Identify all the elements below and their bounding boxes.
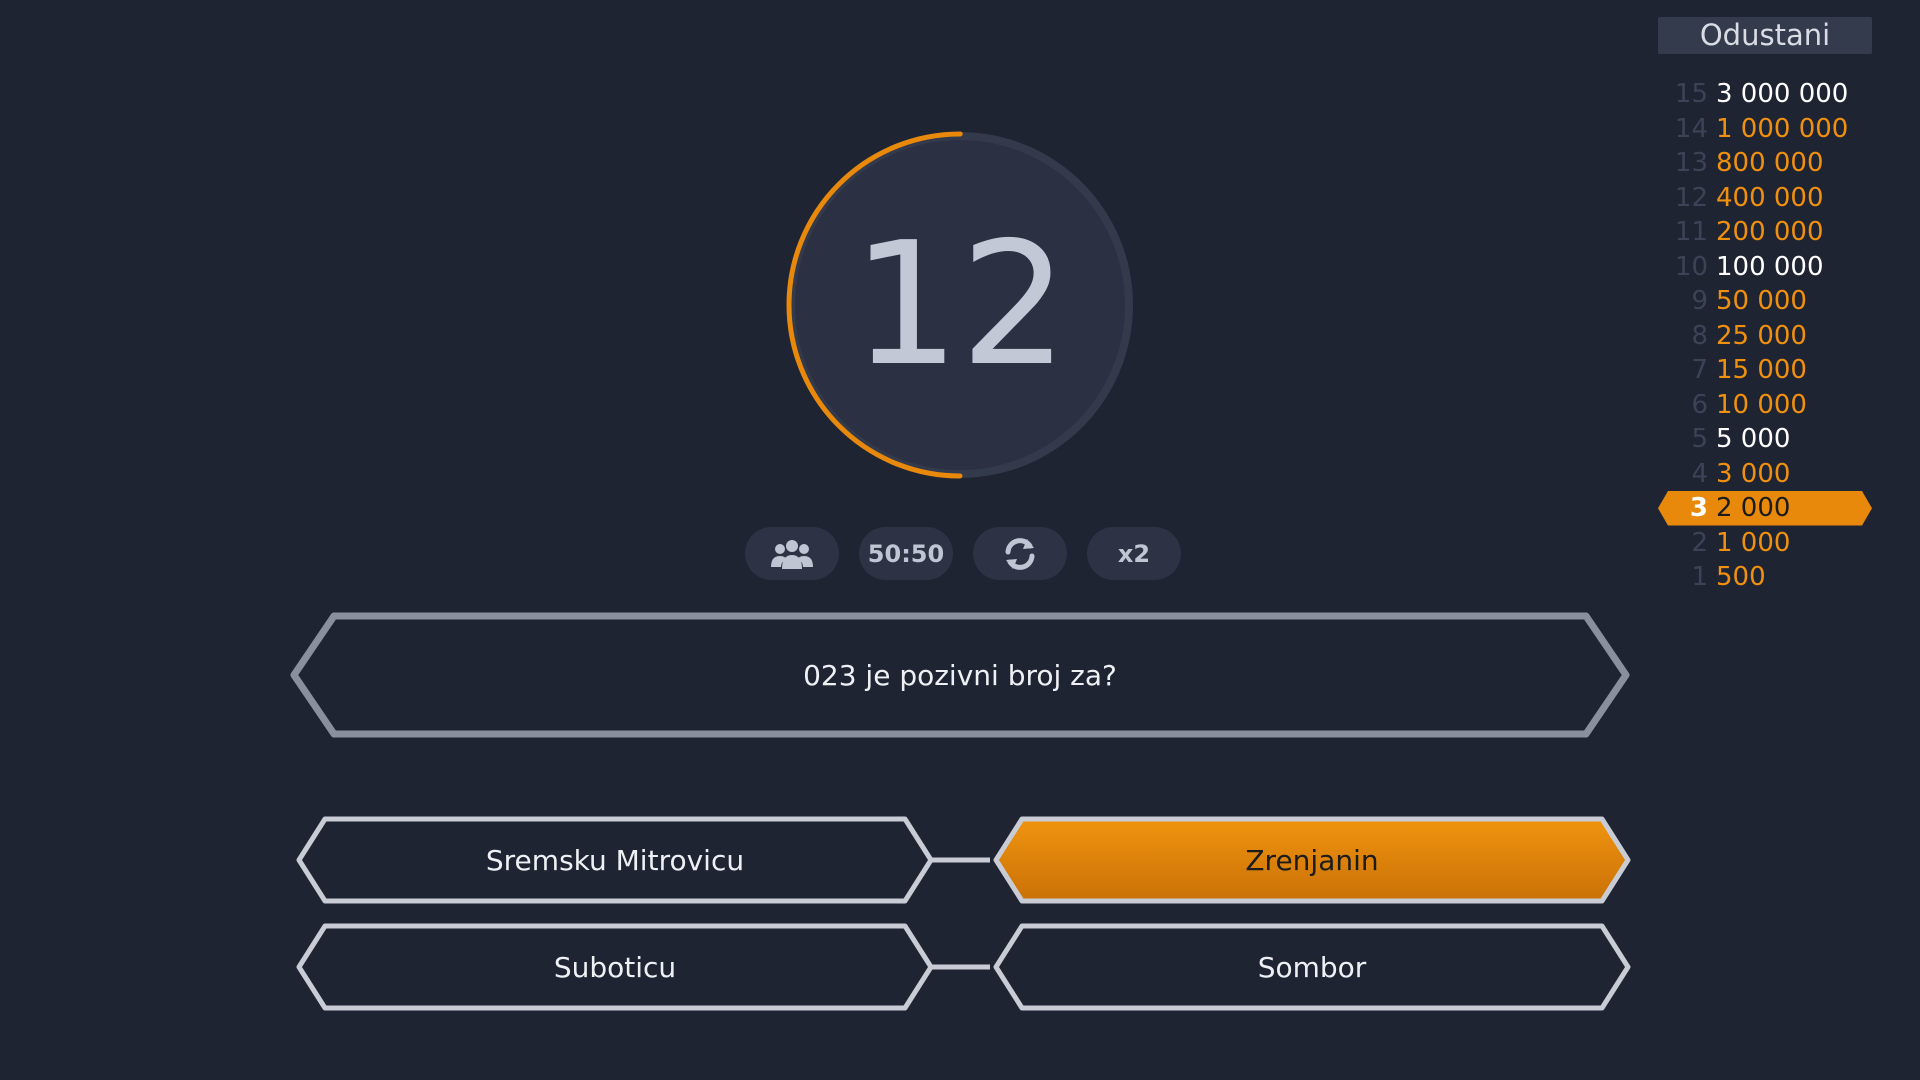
- ladder-row: 2 1 000: [1658, 526, 1872, 561]
- ladder-row: 4 3 000: [1658, 457, 1872, 492]
- ladder-amount: 25 000: [1716, 320, 1807, 351]
- ladder-level-number: 7: [1691, 355, 1708, 385]
- answer-a-text: Sremsku Mitrovicu: [485, 843, 745, 877]
- timer-seconds: 12: [851, 206, 1069, 404]
- people-icon: [771, 539, 813, 569]
- question-box: 023 je pozivni broj za?: [170, 608, 1750, 742]
- ladder-row: 15 3 000 000: [1658, 77, 1872, 112]
- countdown-timer: 12: [780, 125, 1140, 485]
- answer-d-button[interactable]: Sombor: [992, 922, 1632, 1012]
- ladder-row: 5 5 000: [1658, 422, 1872, 457]
- ladder-amount: 5 000: [1716, 424, 1791, 454]
- answer-c-button[interactable]: Suboticu: [295, 922, 935, 1012]
- answer-b-text: Zrenjanin: [1245, 843, 1379, 877]
- ladder-row: 1 500: [1658, 560, 1872, 595]
- ladder-row-current: 3 2 000: [1658, 491, 1872, 526]
- ladder-amount: 100 000: [1716, 251, 1824, 282]
- ladder-row: 12 400 000: [1658, 181, 1872, 216]
- double-dip-label: x2: [1117, 539, 1151, 568]
- ladder-amount: 200 000: [1716, 217, 1824, 247]
- ladder-level-number: 14: [1674, 113, 1708, 144]
- ladder-amount: 800 000: [1716, 148, 1824, 178]
- refresh-icon: [1005, 537, 1035, 570]
- ladder-row: 7 15 000: [1658, 353, 1872, 388]
- ladder-row: 11 200 000: [1658, 215, 1872, 250]
- ladder-level-number: 2: [1691, 527, 1708, 558]
- ladder-amount: 3 000: [1716, 458, 1791, 489]
- prize-ladder: 15 3 000 000 14 1 000 000 13 800 000 12 400 000…: [1658, 77, 1872, 595]
- ladder-level-number: 5: [1691, 424, 1708, 454]
- switch-question-button[interactable]: [973, 527, 1067, 580]
- fifty-fifty-label: 50:50: [867, 539, 945, 568]
- ladder-amount: 1 000 000: [1716, 113, 1849, 144]
- double-dip-button[interactable]: x2: [1087, 527, 1181, 580]
- fifty-fifty-button[interactable]: 50:50: [859, 527, 953, 580]
- ladder-amount: 10 000: [1716, 389, 1807, 420]
- ladder-level-number: 1: [1691, 562, 1708, 592]
- ladder-amount: 400 000: [1716, 182, 1824, 213]
- ladder-level-number: 4: [1691, 458, 1708, 489]
- ladder-level-number: 10: [1674, 251, 1708, 282]
- ladder-amount: 15 000: [1716, 355, 1807, 385]
- ladder-level-number: 12: [1674, 182, 1708, 213]
- ladder-row: 6 10 000: [1658, 388, 1872, 423]
- ladder-row: 10 100 000: [1658, 250, 1872, 285]
- ladder-level-number: 8: [1691, 320, 1708, 351]
- ladder-level-number: 6: [1691, 389, 1708, 420]
- answer-a-button[interactable]: Sremsku Mitrovicu: [295, 815, 935, 905]
- ladder-amount: 500: [1716, 562, 1766, 592]
- ladder-row: 9 50 000: [1658, 284, 1872, 319]
- answer-c-text: Suboticu: [553, 950, 677, 984]
- ladder-amount: 2 000: [1716, 493, 1791, 523]
- ladder-level-number: 9: [1691, 286, 1708, 316]
- ladder-row: 13 800 000: [1658, 146, 1872, 181]
- ladder-level-number: 3: [1689, 493, 1708, 523]
- ladder-level-number: 15: [1674, 79, 1708, 109]
- ladder-row: 14 1 000 000: [1658, 112, 1872, 147]
- ladder-row: 8 25 000: [1658, 319, 1872, 354]
- ladder-amount: 3 000 000: [1716, 79, 1849, 109]
- quit-button[interactable]: Odustani: [1658, 17, 1872, 54]
- ladder-amount: 1 000: [1716, 527, 1791, 558]
- answer-d-text: Sombor: [1257, 950, 1367, 984]
- answer-b-button[interactable]: Zrenjanin: [992, 815, 1632, 905]
- ladder-amount: 50 000: [1716, 286, 1807, 316]
- ladder-level-number: 13: [1674, 148, 1708, 178]
- question-text: 023 je pozivni broj za?: [803, 658, 1117, 692]
- ladder-level-number: 11: [1674, 217, 1708, 247]
- ask-audience-button[interactable]: [745, 527, 839, 580]
